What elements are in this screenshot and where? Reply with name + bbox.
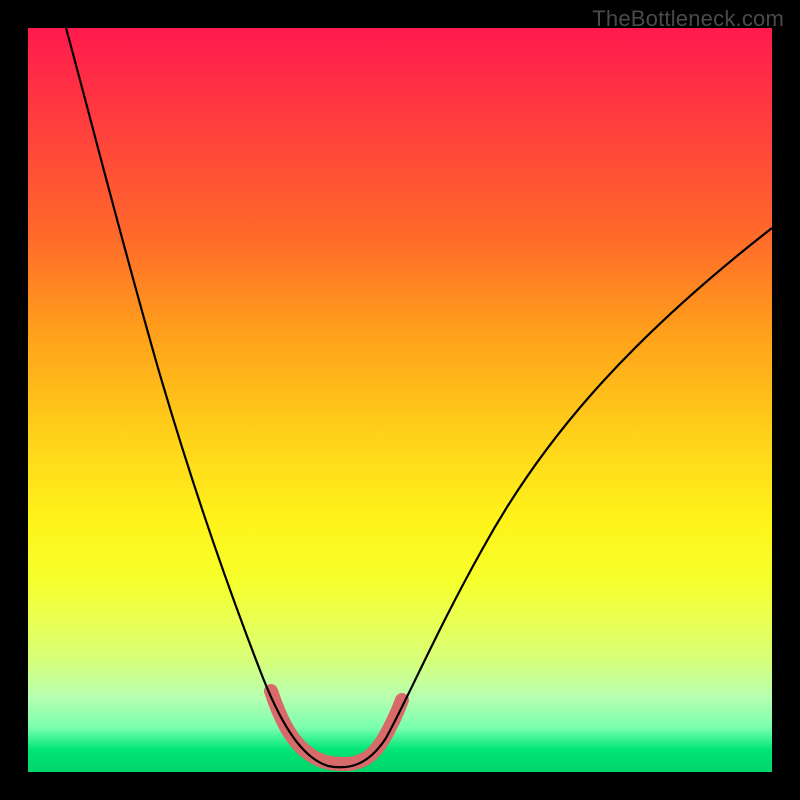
bottleneck-curve — [66, 28, 772, 767]
chart-frame: TheBottleneck.com — [0, 0, 800, 800]
watermark-label: TheBottleneck.com — [592, 6, 784, 32]
bottleneck-highlight — [271, 691, 402, 764]
chart-svg — [28, 28, 772, 772]
chart-plot-area — [28, 28, 772, 772]
